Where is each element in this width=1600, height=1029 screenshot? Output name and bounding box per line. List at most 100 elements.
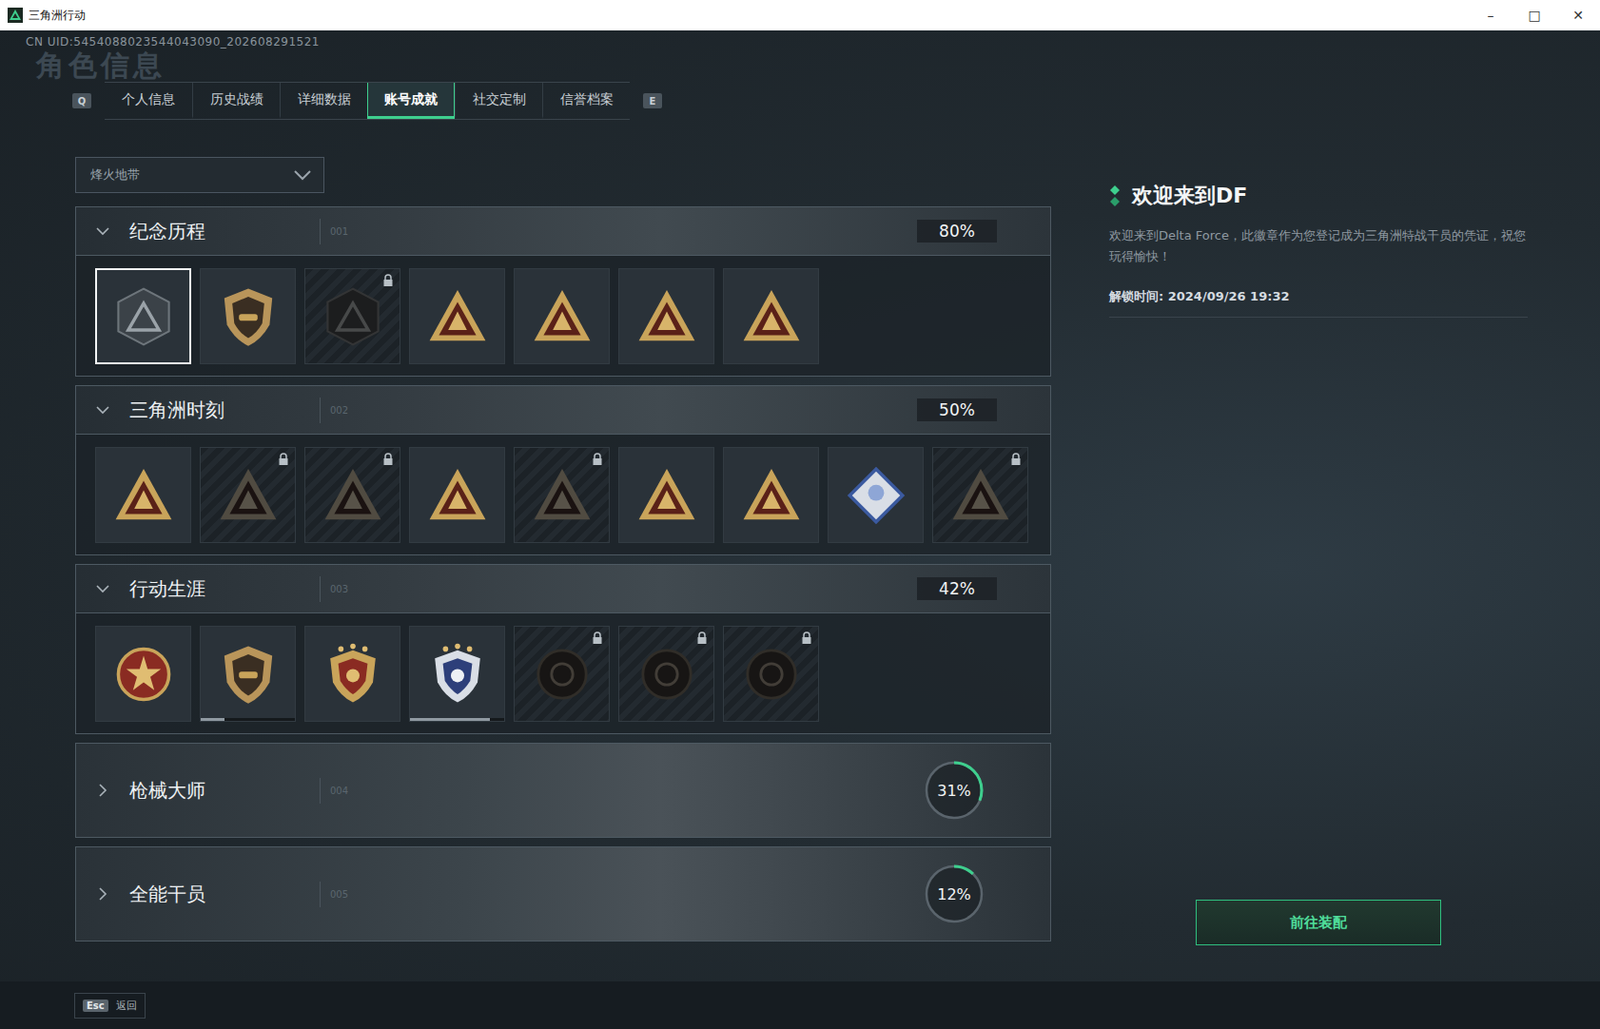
footer-bar: Esc返回 [0, 981, 1600, 1029]
section-title: 三角洲时刻 [129, 398, 225, 422]
achievement-section: 三角洲时刻 002 50% [75, 385, 1052, 556]
window-control-button[interactable]: ✕ [1556, 0, 1600, 31]
section-code: 004 [320, 785, 349, 797]
badge-tile[interactable] [827, 447, 924, 544]
badge-tile[interactable] [199, 447, 296, 544]
hex-badge-icon [319, 283, 387, 351]
section-header[interactable]: 行动生涯00342% [76, 565, 1051, 614]
badge-tile[interactable] [618, 447, 715, 544]
triangle-badge-icon [110, 462, 177, 529]
triangle-badge-icon [738, 462, 805, 529]
section-percent: 31% [936, 781, 972, 800]
section-percent: 50% [917, 398, 997, 422]
badge-grid [76, 255, 1051, 376]
tab[interactable]: 详细数据 [279, 82, 368, 119]
dropdown-value: 烽火地带 [90, 166, 140, 184]
badge-tile[interactable] [304, 447, 401, 544]
detail-panel: 欢迎来到DF欢迎来到Delta Force，此徽章作为您登记成为三角洲特战干员的… [1109, 156, 1528, 982]
badge-tile[interactable] [199, 625, 296, 722]
badge-tile[interactable] [618, 268, 715, 365]
lock-icon [591, 452, 604, 467]
game-window: 三角洲行动 –□✕CN UID:5454088023544043090_20260… [0, 0, 1600, 1029]
lock-icon [800, 631, 813, 645]
triangle-badge-icon [319, 462, 387, 529]
back-label: 返回 [116, 998, 137, 1014]
achievement-section: 枪械大师 004 31% [75, 742, 1052, 839]
badge-tile[interactable] [618, 625, 715, 722]
badge-progress-bar [409, 718, 505, 722]
chevron-down-icon [95, 402, 111, 418]
badge-tile[interactable] [409, 625, 506, 722]
section-header[interactable]: 三角洲时刻 002 50% [76, 386, 1051, 435]
section-code: 001 [320, 226, 349, 237]
badge-tile[interactable] [513, 268, 610, 365]
hex-badge-icon [110, 283, 177, 351]
uid-label: CN UID:5454088023544043090_202608291521 [0, 30, 1600, 50]
chevron-down-icon [95, 223, 111, 239]
badge-tile[interactable] [304, 625, 401, 722]
bluecrest-badge-icon [424, 641, 491, 708]
equip-button[interactable]: 前往装配 [1195, 899, 1442, 946]
shield-badge-icon [214, 283, 282, 351]
window-control-button[interactable]: □ [1512, 0, 1557, 31]
section-percent: 12% [936, 885, 972, 904]
mode-dropdown[interactable]: 烽火地带 [75, 156, 325, 194]
triangle-badge-icon [424, 462, 491, 529]
app-logo-icon [7, 7, 23, 23]
section-progress-ring: 31% [923, 760, 985, 821]
tab[interactable]: 信誉档案 [542, 82, 630, 119]
crest-badge-icon [319, 641, 387, 708]
round-badge-icon [528, 641, 596, 708]
badge-tile[interactable] [513, 625, 610, 722]
triangle-badge-icon [633, 462, 701, 529]
triangle-badge-icon [947, 462, 1015, 529]
badge-tile[interactable] [722, 447, 820, 544]
badge-tile[interactable] [722, 268, 820, 365]
lock-icon [382, 452, 394, 467]
lock-icon [382, 273, 394, 288]
tab[interactable]: 社交定制 [454, 82, 543, 119]
section-code: 002 [320, 405, 349, 416]
badge-tile[interactable] [409, 447, 506, 544]
badge-tile[interactable] [932, 447, 1029, 544]
badge-tile[interactable] [409, 268, 506, 365]
lock-icon [1010, 452, 1022, 467]
badge-progress-bar [200, 718, 295, 722]
star-badge-icon [110, 641, 177, 708]
chevron-down-icon [292, 169, 313, 181]
chevron-right-icon [95, 886, 111, 902]
prev-tab-key[interactable]: Q [72, 93, 92, 109]
triangle-badge-icon [528, 462, 596, 529]
tab[interactable]: 历史战绩 [192, 82, 280, 119]
section-header[interactable]: 枪械大师 004 31% [76, 743, 1051, 838]
window-title: 三角洲行动 [28, 7, 86, 24]
section-percent: 42% [917, 577, 997, 601]
section-header[interactable]: 全能干员00512% [76, 847, 1051, 941]
triangle-badge-icon [633, 283, 701, 351]
badge-tile[interactable] [95, 447, 192, 544]
badge-tile[interactable] [513, 447, 610, 544]
tab[interactable]: 账号成就 [367, 82, 455, 119]
lock-icon [277, 452, 290, 467]
tab-bar: Q 个人信息历史战绩详细数据账号成就社交定制信誉档案 E [0, 81, 1600, 120]
badge-tile[interactable] [95, 625, 192, 722]
section-progress-ring: 12% [923, 863, 985, 925]
badge-tile[interactable] [304, 268, 401, 365]
badge-tile[interactable] [199, 268, 296, 365]
section-title: 枪械大师 [129, 779, 206, 802]
back-button[interactable]: Esc返回 [74, 993, 146, 1019]
round-badge-icon [633, 641, 701, 708]
section-code: 003 [320, 584, 349, 595]
achievement-section: 全能干员00512% [75, 846, 1052, 942]
next-tab-key[interactable]: E [643, 93, 663, 109]
badge-tile[interactable] [95, 268, 192, 365]
section-percent: 80% [917, 219, 997, 243]
section-header[interactable]: 纪念历程00180% [76, 207, 1051, 256]
round-badge-icon [738, 641, 805, 708]
window-control-button[interactable]: – [1468, 0, 1513, 31]
title-bar: 三角洲行动 –□✕ [0, 0, 1600, 31]
badge-tile[interactable] [722, 625, 820, 722]
badge-grid [76, 434, 1051, 555]
tab[interactable]: 个人信息 [104, 82, 193, 119]
achievement-section: 纪念历程00180% [75, 206, 1052, 377]
